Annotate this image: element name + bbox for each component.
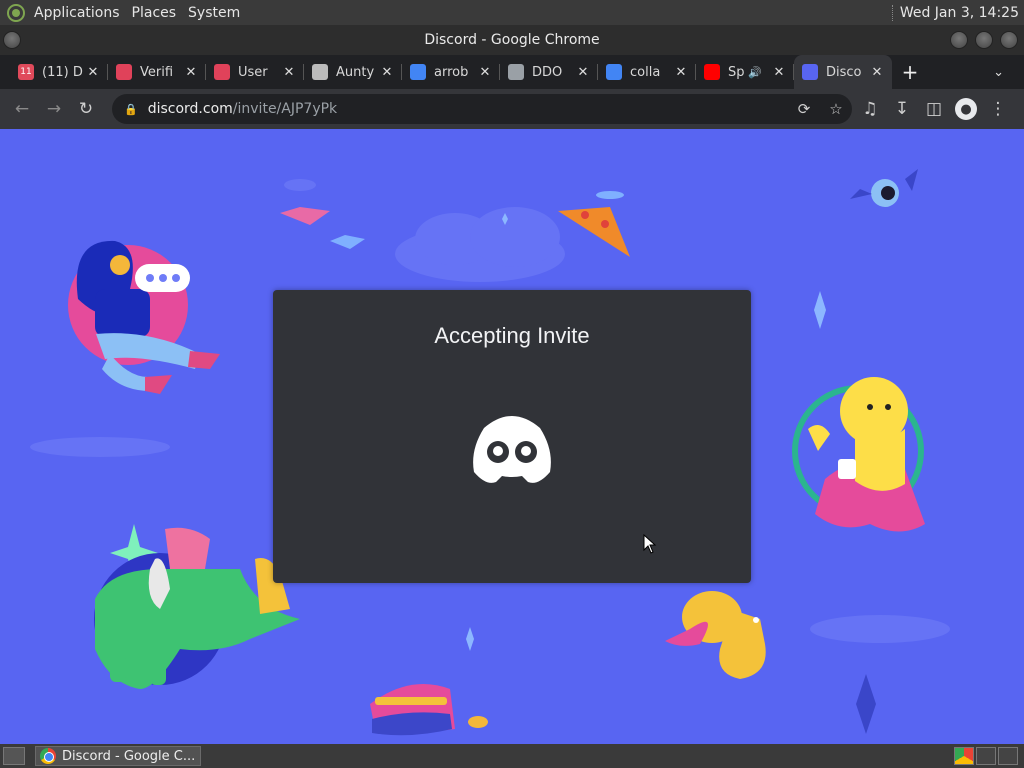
workspace-1[interactable] <box>954 747 974 765</box>
show-desktop-button[interactable] <box>3 747 25 765</box>
tab-label: Sp <box>728 64 745 80</box>
back-button[interactable]: ← <box>6 93 38 125</box>
places-menu[interactable]: Places <box>126 5 183 21</box>
maximize-button[interactable] <box>975 31 993 49</box>
tab-close-icon[interactable]: ✕ <box>674 65 688 80</box>
bat-illustration <box>850 169 918 207</box>
chrome-icon <box>40 748 56 764</box>
side-panel-icon[interactable]: ◫ <box>918 93 950 125</box>
tab-label: DDO <box>532 64 563 80</box>
tab-label: Disco <box>826 64 862 80</box>
panel-separator <box>891 4 894 21</box>
mouse-pointer-icon <box>643 534 657 554</box>
taskbar-chrome-window[interactable]: Discord - Google C... <box>35 746 201 766</box>
tab-label: (11) D <box>42 64 83 80</box>
tab-5[interactable]: DDO ✕ <box>500 55 598 89</box>
robot-icon <box>116 64 132 80</box>
workspace-3[interactable] <box>998 747 1018 765</box>
reload-button[interactable]: ↻ <box>70 93 102 125</box>
tab-close-icon[interactable]: ✕ <box>870 65 884 80</box>
minimize-button[interactable] <box>950 31 968 49</box>
tab-close-icon[interactable]: ✕ <box>478 65 492 80</box>
tab-2[interactable]: User ✕ <box>206 55 304 89</box>
tab-close-icon[interactable]: ✕ <box>772 65 786 80</box>
roblox-icon <box>312 64 328 80</box>
new-tab-button[interactable]: + <box>892 60 928 84</box>
globe-icon <box>508 64 524 80</box>
tab-search-chevron-icon[interactable]: ⌄ <box>993 65 1004 80</box>
accepting-invite-modal: Accepting Invite <box>273 290 751 583</box>
chrome-menu-button[interactable]: ⋮ <box>982 93 1014 125</box>
tab-label: colla <box>630 64 661 80</box>
trumpet-illustration <box>665 591 766 679</box>
applications-menu[interactable]: Applications <box>28 5 126 21</box>
tab-7[interactable]: Sp 🔊 ✕ <box>696 55 794 89</box>
tab-6[interactable]: colla ✕ <box>598 55 696 89</box>
tab-label: Aunty <box>336 64 375 80</box>
modal-title: Accepting Invite <box>434 323 590 348</box>
girl-illustration <box>68 240 220 394</box>
sandwich-illustration <box>370 684 488 736</box>
google-icon <box>410 64 426 80</box>
tab-strip: 11 (11) D ✕ Verifi ✕ User ✕ Aunty ✕ arrob ✕ DDO ✕ col… <box>0 55 1024 89</box>
tab-label: Verifi <box>140 64 174 80</box>
tab-3[interactable]: Aunty ✕ <box>304 55 402 89</box>
top-panel: Applications Places System Wed Jan 3, 14… <box>0 0 1024 25</box>
tab-4[interactable]: arrob ✕ <box>402 55 500 89</box>
speaker-icon[interactable]: 🔊 <box>748 66 762 79</box>
distro-logo-icon[interactable] <box>4 0 28 25</box>
media-control-icon[interactable]: ♫ <box>854 93 886 125</box>
calendar-icon: 11 <box>18 64 34 80</box>
bottom-taskbar: Discord - Google C... <box>0 744 1024 768</box>
workspace-switcher[interactable] <box>954 747 1018 765</box>
taskbar-task-label: Discord - Google C... <box>62 748 196 764</box>
close-window-button[interactable] <box>1000 31 1018 49</box>
panel-clock[interactable]: Wed Jan 3, 14:25 <box>900 5 1024 21</box>
tab-close-icon[interactable]: ✕ <box>380 65 394 80</box>
forward-button[interactable]: → <box>38 93 70 125</box>
tab-0[interactable]: 11 (11) D ✕ <box>10 55 108 89</box>
tab-close-icon[interactable]: ✕ <box>282 65 296 80</box>
browser-toolbar: ← → ↻ 🔒 discord.com/invite/AJP7yPk ⟳ ☆ ♫… <box>0 89 1024 129</box>
youtube-icon <box>704 64 720 80</box>
tab-label: arrob <box>434 64 469 80</box>
window-title: Discord - Google Chrome <box>424 32 600 48</box>
address-bar[interactable]: 🔒 discord.com/invite/AJP7yPk ⟳ ☆ <box>112 94 852 124</box>
window-titlebar[interactable]: Discord - Google Chrome <box>0 25 1024 55</box>
profile-avatar-icon: ● <box>955 98 977 120</box>
discord-loading-spinner-icon <box>473 416 551 483</box>
yellow-character-illustration <box>792 377 925 532</box>
robot-icon <box>214 64 230 80</box>
discord-icon <box>802 64 818 80</box>
workspace-2[interactable] <box>976 747 996 765</box>
tab-close-icon[interactable]: ✕ <box>576 65 590 80</box>
profile-button[interactable]: ● <box>950 93 982 125</box>
bookmark-star-icon[interactable]: ☆ <box>820 93 852 125</box>
tab-close-icon[interactable]: ✕ <box>184 65 198 80</box>
url-path: /invite/AJP7yPk <box>232 101 338 117</box>
tab-1[interactable]: Verifi ✕ <box>108 55 206 89</box>
url-host: discord.com <box>147 101 233 117</box>
share-icon[interactable]: ⟳ <box>788 93 820 125</box>
tab-close-icon[interactable]: ✕ <box>86 65 100 80</box>
window-menu-button[interactable] <box>3 31 21 49</box>
google-icon <box>606 64 622 80</box>
page-content: Accepting Invite <box>0 129 1024 744</box>
download-icon[interactable]: ↧ <box>886 93 918 125</box>
tab-8[interactable]: Disco ✕ <box>794 55 892 89</box>
lock-icon[interactable]: 🔒 <box>124 103 138 116</box>
tab-label: User <box>238 64 268 80</box>
system-menu[interactable]: System <box>182 5 246 21</box>
